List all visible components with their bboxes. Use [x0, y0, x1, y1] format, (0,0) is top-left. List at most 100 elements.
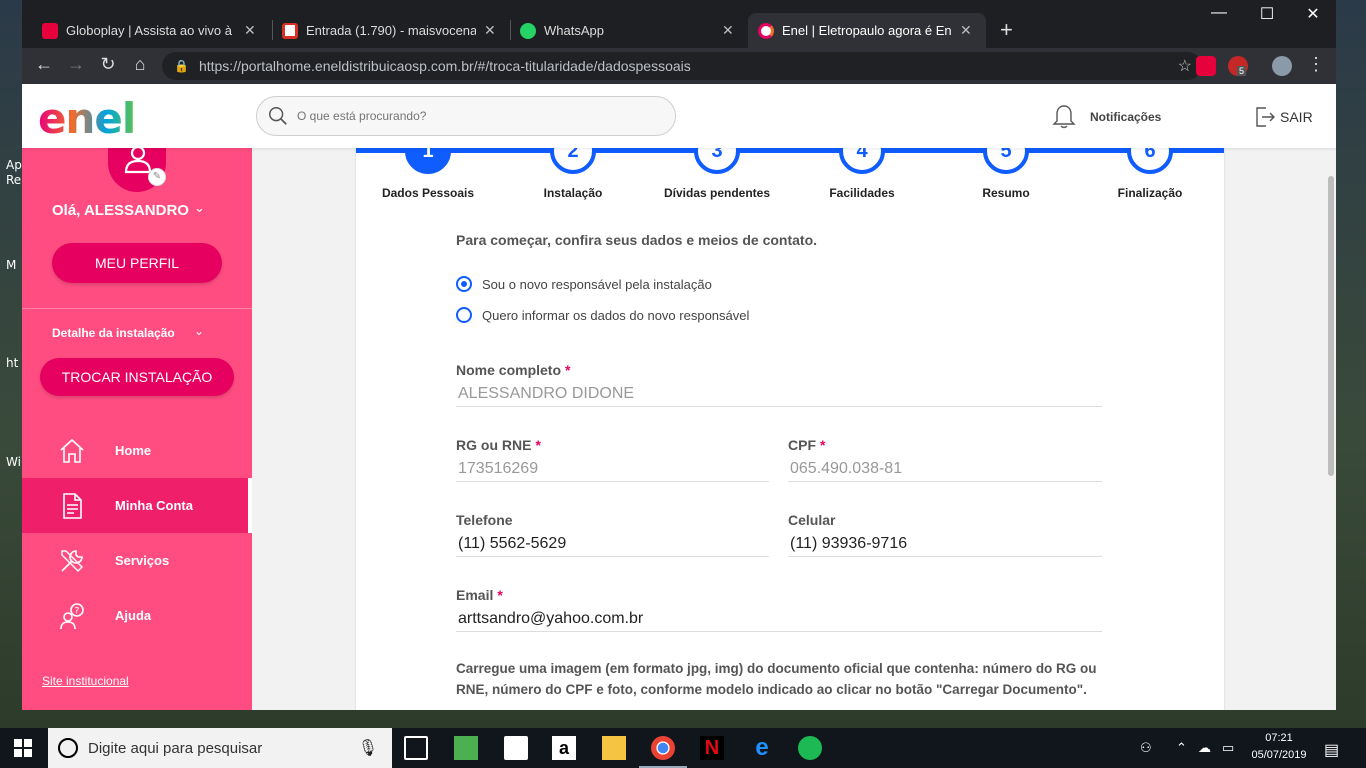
clock[interactable]: 07:21 05/07/2019 [1246, 730, 1312, 764]
cpf-field: CPF * 065.490.038-81 [788, 437, 1102, 482]
chevron-down-icon[interactable]: ⌄ [194, 324, 204, 338]
mobile-input[interactable]: (11) 93936-9716 [788, 533, 1102, 557]
gmail-icon [282, 22, 298, 39]
adblock-extension-icon[interactable]: 5 [1228, 56, 1248, 76]
forward-icon[interactable]: → [64, 54, 88, 75]
spotify-icon[interactable] [798, 736, 822, 760]
my-profile-button[interactable]: MEU PERFIL [52, 243, 222, 283]
netflix-icon[interactable]: N [700, 736, 724, 760]
chrome-icon[interactable] [639, 736, 687, 768]
radio-button[interactable] [456, 307, 472, 323]
sidebar-item-home[interactable]: Home [22, 423, 252, 478]
close-icon[interactable]: ✕ [484, 22, 496, 39]
onedrive-icon[interactable]: ☁ [1198, 740, 1211, 756]
windows-start-icon[interactable] [14, 739, 32, 757]
sidebar-item-ajuda[interactable]: ? Ajuda [22, 588, 252, 643]
store-icon[interactable] [504, 736, 528, 760]
logout-icon [1256, 107, 1275, 127]
scrollbar[interactable] [1326, 84, 1336, 646]
reload-icon[interactable]: ↻ [96, 54, 120, 75]
help-icon: ? [60, 602, 84, 629]
required-mark: * [565, 362, 571, 378]
close-icon[interactable]: ✕ [960, 22, 972, 39]
radio-inform-other[interactable]: Quero informar os dados do novo responsá… [456, 307, 749, 323]
lock-icon: 🔒 [174, 59, 189, 73]
scrollbar-thumb[interactable] [1328, 176, 1334, 476]
url-text: https://portalhome.eneldistribuicaosp.co… [198, 58, 691, 74]
mobile-field: Celular (11) 93936-9716 [788, 512, 1102, 557]
rg-field: RG ou RNE * 173516269 [456, 437, 769, 482]
close-window-button[interactable]: ✕ [1290, 4, 1336, 24]
sidebar: ✎ Olá, ALESSANDRO ⌄ MEU PERFIL Detalhe d… [22, 148, 252, 710]
tab-enel[interactable]: Enel | Eletropaulo agora é Enel ✕ [748, 13, 986, 48]
sidebar-item-minha-conta[interactable]: Minha Conta [22, 478, 252, 533]
sidebar-item-servicos[interactable]: Serviços [22, 533, 252, 588]
email-field: Email * arttsandro@yahoo.com.br [456, 587, 1102, 632]
radio-new-responsible[interactable]: Sou o novo responsável pela instalação [456, 276, 712, 292]
close-icon[interactable]: ✕ [244, 22, 256, 39]
enel-logo[interactable]: enel [38, 94, 136, 143]
tools-icon [61, 549, 83, 572]
notifications-button[interactable]: Notificações [1052, 104, 1161, 130]
chevron-up-icon[interactable]: ⌃ [1176, 740, 1187, 756]
taskbar: Digite aqui para pesquisar 🎙 a N e ⚇ ⌃ ☁… [0, 728, 1366, 768]
installation-detail[interactable]: Detalhe da instalação [52, 326, 175, 340]
cpf-input[interactable]: 065.490.038-81 [788, 458, 1102, 482]
people-icon[interactable]: ⚇ [1140, 740, 1152, 756]
microphone-icon[interactable]: 🎙 [358, 738, 378, 758]
chevron-down-icon[interactable]: ⌄ [194, 200, 205, 216]
home-icon [60, 438, 84, 463]
maximize-button[interactable]: ☐ [1244, 4, 1290, 24]
amazon-icon[interactable]: a [552, 736, 576, 760]
phone-input[interactable]: (11) 5562-5629 [456, 533, 769, 557]
app-icon[interactable] [454, 736, 478, 760]
home-icon[interactable]: ⌂ [128, 54, 152, 75]
profile-avatar[interactable] [1272, 56, 1292, 76]
search-icon [269, 107, 287, 125]
tab-gmail[interactable]: Entrada (1.790) - maisvocenaweb ✕ [272, 13, 508, 48]
user-greeting[interactable]: Olá, ALESSANDRO [52, 202, 189, 219]
menu-icon[interactable]: ⋮ [1304, 54, 1328, 75]
tab-globoplay[interactable]: Globoplay | Assista ao vivo à ✕ [32, 13, 268, 48]
address-bar[interactable]: 🔒 https://portalhome.eneldistribuicaosp.… [162, 52, 1202, 80]
search-input[interactable] [297, 109, 637, 123]
extension-icon[interactable] [1196, 56, 1216, 76]
phone-field: Telefone (11) 5562-5629 [456, 512, 769, 557]
edge-icon[interactable]: e [750, 736, 774, 760]
avatar[interactable]: ✎ [108, 148, 166, 192]
edit-icon[interactable]: ✎ [148, 168, 166, 186]
divider [22, 308, 252, 309]
enel-icon [758, 22, 774, 39]
desktop-label: Ap [6, 158, 22, 172]
star-icon[interactable]: ☆ [1178, 56, 1192, 76]
back-icon[interactable]: ← [32, 54, 56, 75]
close-icon[interactable]: ✕ [722, 22, 734, 39]
required-mark: * [535, 437, 541, 453]
site-search[interactable] [256, 96, 676, 136]
globoplay-icon [42, 22, 58, 39]
radio-button[interactable] [456, 276, 472, 292]
new-tab-button[interactable]: + [1000, 17, 1013, 43]
tab-strip: Globoplay | Assista ao vivo à ✕ Entrada … [22, 0, 1336, 48]
email-input[interactable]: arttsandro@yahoo.com.br [456, 608, 1102, 632]
document-icon [63, 492, 82, 519]
task-view-icon[interactable] [404, 736, 428, 760]
notification-center-icon[interactable]: ▤ [1324, 740, 1339, 760]
change-installation-button[interactable]: TROCAR INSTALAÇÃO [40, 358, 234, 396]
desktop-label: Re [6, 173, 22, 187]
desktop-label: M [6, 258, 17, 272]
cortana-icon [58, 738, 78, 758]
battery-icon[interactable]: ▭ [1222, 740, 1234, 756]
desktop-label: ht [6, 356, 19, 370]
file-explorer-icon[interactable] [602, 736, 626, 760]
tab-whatsapp[interactable]: WhatsApp ✕ [510, 13, 746, 48]
step-progress-line [356, 148, 1224, 153]
rg-input[interactable]: 173516269 [456, 458, 769, 482]
minimize-button[interactable]: — [1196, 4, 1242, 22]
taskbar-search[interactable]: Digite aqui para pesquisar 🎙 [48, 728, 392, 768]
name-input[interactable]: ALESSANDRO DIDONE [456, 383, 1102, 407]
site-institucional-link[interactable]: Site institucional [42, 674, 129, 688]
required-mark: * [820, 437, 826, 453]
logout-button[interactable]: SAIR [1254, 106, 1313, 128]
upload-note: Carregue uma imagem (em formato jpg, img… [456, 661, 1097, 697]
